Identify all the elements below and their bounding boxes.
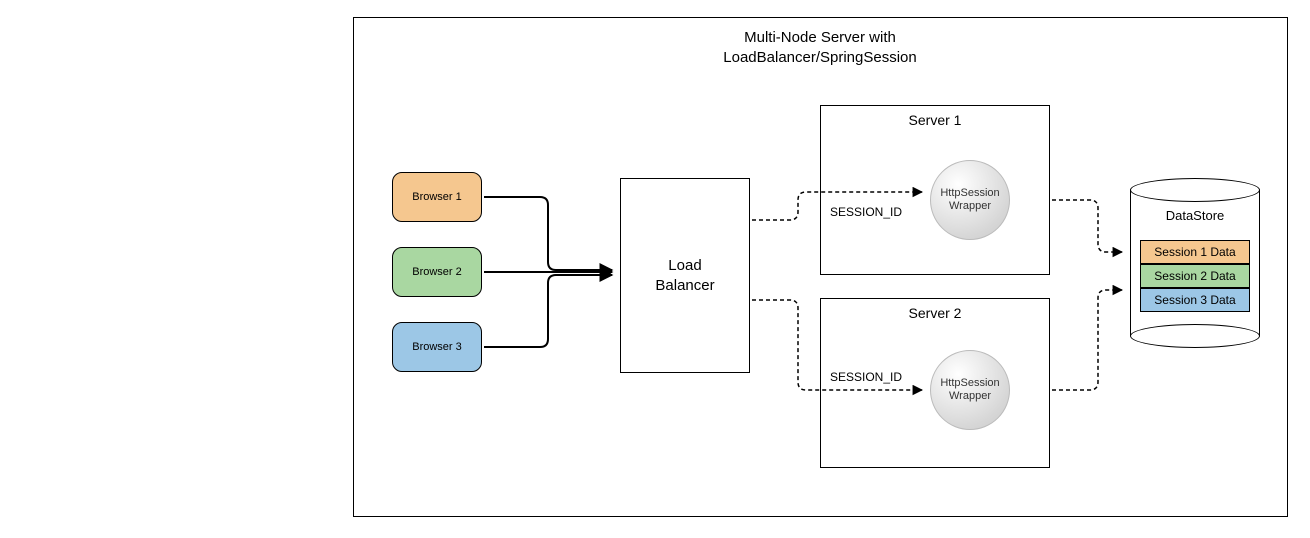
server-1-wrapper-sphere: HttpSession Wrapper xyxy=(930,160,1010,240)
server-1-session-id-label: SESSION_ID xyxy=(830,205,902,219)
datastore-title: DataStore xyxy=(1130,208,1260,223)
browser-2-label: Browser 2 xyxy=(412,266,462,278)
datastore-row-2: Session 2 Data xyxy=(1140,264,1250,288)
server-2-session-id-label: SESSION_ID xyxy=(830,370,902,384)
datastore: DataStore Session 1 Data Session 2 Data … xyxy=(1130,178,1260,348)
server-2-wrapper-sphere: HttpSession Wrapper xyxy=(930,350,1010,430)
diagram-title: Multi-Node Server with LoadBalancer/Spri… xyxy=(640,28,1000,67)
server-2-title: Server 2 xyxy=(821,305,1049,321)
datastore-row-2-label: Session 2 Data xyxy=(1154,269,1235,283)
browser-1: Browser 1 xyxy=(392,172,482,222)
browser-3-label: Browser 3 xyxy=(412,341,462,353)
datastore-row-3: Session 3 Data xyxy=(1140,288,1250,312)
browser-3: Browser 3 xyxy=(392,322,482,372)
datastore-row-3-label: Session 3 Data xyxy=(1154,293,1235,307)
load-balancer: Load Balancer xyxy=(620,178,750,373)
datastore-row-1: Session 1 Data xyxy=(1140,240,1250,264)
diagram-canvas: Multi-Node Server with LoadBalancer/Spri… xyxy=(0,0,1310,538)
server-1-title: Server 1 xyxy=(821,112,1049,128)
browser-2: Browser 2 xyxy=(392,247,482,297)
browser-1-label: Browser 1 xyxy=(412,191,462,203)
datastore-row-1-label: Session 1 Data xyxy=(1154,245,1235,259)
